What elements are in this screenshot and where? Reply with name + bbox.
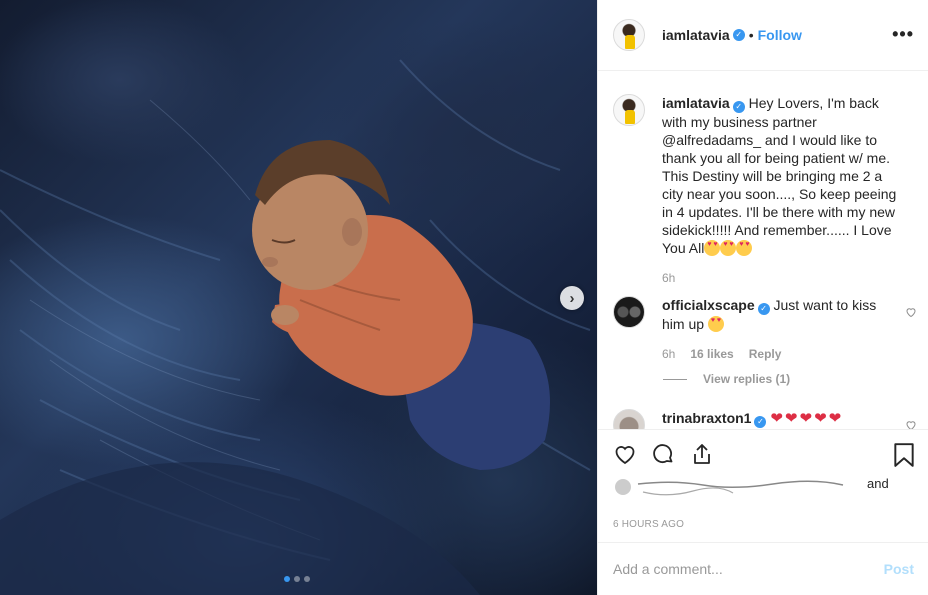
comment-time[interactable]: 6h: [662, 345, 675, 363]
post-header: iamlatavia ✓ • Follow •••: [598, 0, 928, 71]
post-side-panel: iamlatavia ✓ • Follow ••• iamlatavia ✓ He…: [597, 0, 928, 595]
like-comment-heart-icon[interactable]: [905, 419, 917, 429]
comment-meta: 6h 16 likes Reply: [662, 345, 902, 363]
carousel-next-button[interactable]: ›: [560, 286, 584, 310]
comment-text: trinabraxton1 ✓ ❤❤❤❤❤: [662, 409, 902, 428]
more-options-icon[interactable]: •••: [892, 24, 914, 44]
heart-eyes-emoji-icon: [707, 316, 724, 332]
comment-username[interactable]: officialxscape: [662, 297, 755, 313]
follow-button[interactable]: Follow: [758, 27, 802, 43]
replies-divider: [663, 378, 687, 380]
like-heart-icon[interactable]: [612, 442, 638, 466]
share-icon[interactable]: [690, 442, 714, 466]
commenter-avatar[interactable]: [613, 409, 645, 429]
comment-item: officialxscape ✓ Just want to kiss him up…: [613, 296, 913, 363]
liked-by-and: and: [867, 476, 889, 491]
comment-text: officialxscape ✓ Just want to kiss him up: [662, 296, 902, 333]
heart-eyes-emoji-icon: [704, 240, 721, 256]
liked-by-names-illegible: [615, 479, 844, 496]
like-comment-heart-icon[interactable]: [905, 306, 917, 318]
comment-body: trinabraxton1 ✓ ❤❤❤❤❤: [662, 409, 902, 429]
post-comment-button[interactable]: Post: [884, 561, 914, 577]
caption: iamlatavia ✓ Hey Lovers, I'm back with my…: [613, 94, 913, 287]
liked-by-section[interactable]: and: [613, 474, 913, 504]
chevron-right-icon: ›: [569, 289, 575, 307]
save-bookmark-icon[interactable]: [893, 442, 915, 468]
verified-badge-icon: ✓: [732, 29, 745, 41]
carousel-dot: [304, 576, 310, 582]
heart-eyes-emoji-icon: [736, 240, 753, 256]
comment-likes[interactable]: 16 likes: [690, 345, 733, 363]
heart-eyes-emoji-icon: [720, 240, 737, 256]
caption-meta: 6h: [662, 269, 902, 287]
verified-badge-icon: ✓: [754, 416, 767, 428]
verified-badge-icon: ✓: [732, 101, 745, 113]
commenter-avatar[interactable]: [613, 296, 645, 328]
author-avatar[interactable]: [613, 19, 645, 51]
baby-photo-illustration: [0, 59, 591, 595]
comment-item: trinabraxton1 ✓ ❤❤❤❤❤: [613, 409, 913, 429]
add-comment-input[interactable]: [613, 561, 884, 577]
carousel-indicator: [284, 576, 310, 582]
carousel-dot: [294, 576, 300, 582]
red-hearts-emoji: ❤❤❤❤❤: [770, 410, 844, 427]
view-replies-label: View replies (1): [703, 372, 791, 386]
verified-badge-icon: ✓: [757, 303, 770, 315]
caption-text: iamlatavia ✓ Hey Lovers, I'm back with my…: [662, 94, 902, 257]
instagram-post: › iamlatavia ✓ • Follow ••• iamlatavia ✓…: [0, 0, 928, 595]
carousel-dot: [284, 576, 290, 582]
add-comment-bar: Post: [598, 542, 928, 595]
caption-body: iamlatavia ✓ Hey Lovers, I'm back with my…: [662, 94, 902, 287]
author-username[interactable]: iamlatavia: [662, 27, 730, 43]
caption-content: Hey Lovers, I'm back with my business pa…: [662, 95, 897, 256]
view-replies-button[interactable]: View replies (1): [663, 372, 790, 386]
caption-username[interactable]: iamlatavia: [662, 95, 730, 111]
comments-section: iamlatavia ✓ Hey Lovers, I'm back with my…: [598, 71, 928, 429]
comment-body: officialxscape ✓ Just want to kiss him up…: [662, 296, 902, 363]
action-bar: [598, 429, 928, 473]
post-photo[interactable]: ›: [0, 0, 597, 595]
author-avatar[interactable]: [613, 94, 645, 126]
caption-time[interactable]: 6h: [662, 269, 675, 287]
comment-username[interactable]: trinabraxton1: [662, 410, 751, 426]
author-info: iamlatavia ✓ • Follow: [662, 27, 802, 43]
comment-bubble-icon[interactable]: [651, 442, 675, 466]
separator: •: [748, 27, 754, 43]
reply-button[interactable]: Reply: [749, 345, 782, 363]
post-timestamp[interactable]: 6 HOURS AGO: [613, 519, 684, 530]
